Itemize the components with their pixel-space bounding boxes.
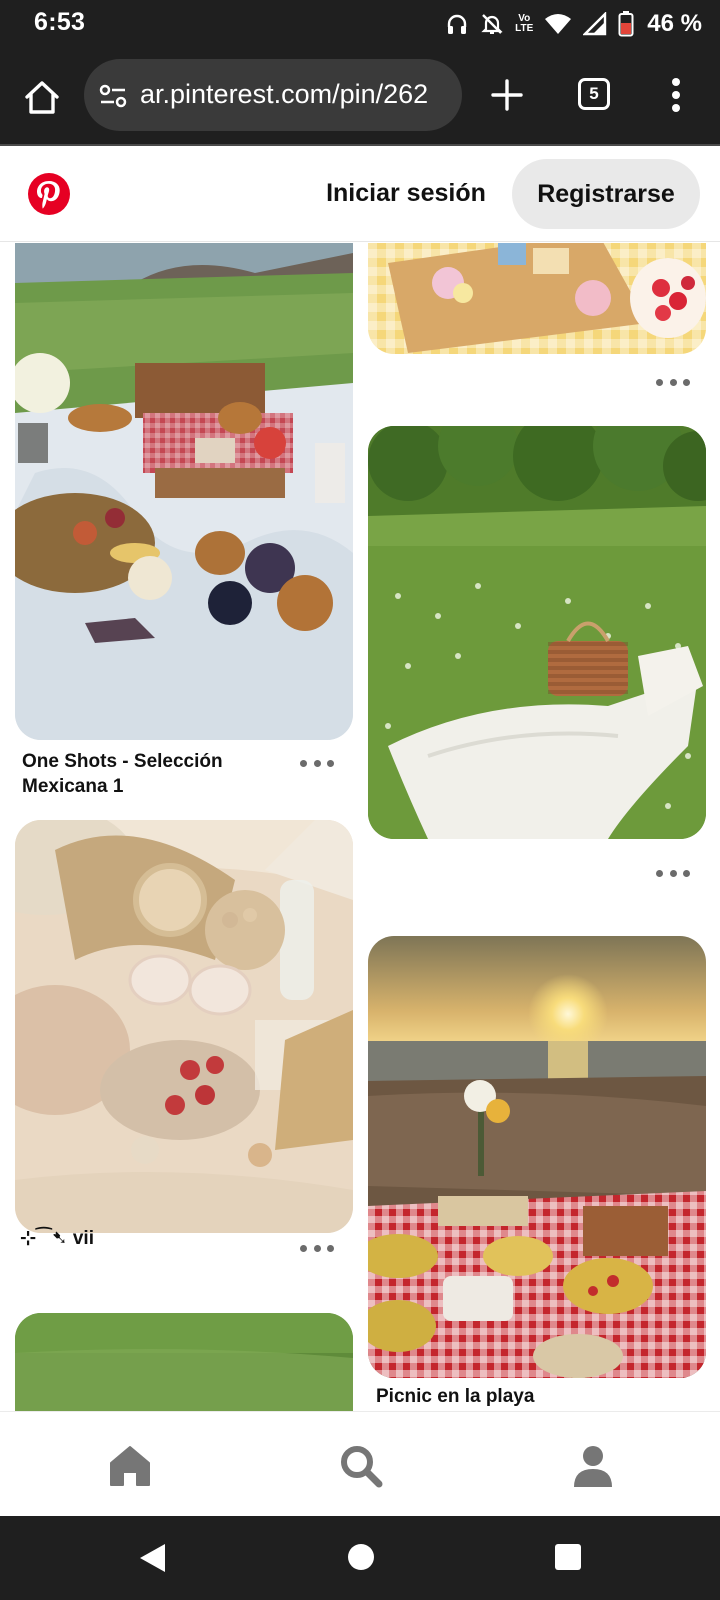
wifi-icon	[545, 14, 572, 34]
volte-icon: Vo LTE	[515, 13, 534, 34]
more-options-icon[interactable]	[300, 756, 334, 770]
search-icon[interactable]	[338, 1443, 384, 1489]
pin-image-grass[interactable]	[15, 1313, 353, 1411]
site-settings-icon[interactable]	[98, 81, 128, 111]
url-text[interactable]: ar.pinterest.com/pin/262	[140, 79, 428, 110]
pin-image-beach-picnic[interactable]	[368, 936, 706, 1378]
address-bar[interactable]: ar.pinterest.com/pin/262	[84, 59, 462, 131]
system-navigation-bar	[0, 1516, 720, 1600]
more-options-icon[interactable]	[656, 866, 690, 880]
profile-icon[interactable]	[570, 1443, 616, 1489]
pin-image-cheese-board[interactable]	[368, 243, 706, 354]
back-icon[interactable]	[137, 1542, 167, 1574]
home-icon[interactable]	[107, 1443, 153, 1489]
battery-percent: 46 %	[647, 10, 702, 37]
status-bar: 6:53 Vo LTE 46 %	[0, 0, 720, 48]
pin-title[interactable]: Picnic en la playa	[376, 1384, 676, 1409]
browser-toolbar: ar.pinterest.com/pin/262 5	[0, 48, 720, 146]
battery-icon	[618, 11, 634, 37]
status-icons: Vo LTE 46 %	[445, 9, 702, 39]
more-options-icon[interactable]	[300, 1241, 334, 1255]
home-icon[interactable]	[22, 78, 62, 118]
bottom-navigation	[0, 1411, 720, 1516]
pin-image-meadow-blanket[interactable]	[368, 426, 706, 839]
pinterest-logo-icon[interactable]	[27, 172, 71, 216]
pin-image-beige-picnic[interactable]	[15, 820, 353, 1233]
pin-image-picnic-basket[interactable]	[15, 243, 353, 740]
home-circle-icon[interactable]	[346, 1542, 376, 1572]
tab-switcher-icon[interactable]: 5	[578, 78, 610, 110]
plus-icon[interactable]	[490, 78, 524, 112]
headphones-icon	[447, 14, 467, 34]
status-time: 6:53	[34, 8, 86, 36]
signup-button[interactable]: Registrarse	[512, 159, 700, 229]
more-vert-icon[interactable]	[670, 77, 682, 113]
pin-title[interactable]: One Shots - Selección Mexicana 1	[22, 749, 262, 799]
pin-feed[interactable]: One Shots - Selección Mexicana 1 ⊹⁀➷ vii…	[0, 243, 720, 1411]
pin-title[interactable]: ⊹⁀➷ vii	[20, 1226, 260, 1251]
pinterest-header: Iniciar sesión Registrarse	[0, 146, 720, 242]
more-options-icon[interactable]	[656, 375, 690, 389]
notifications-off-icon	[481, 14, 503, 34]
recents-icon[interactable]	[553, 1542, 583, 1572]
login-button[interactable]: Iniciar sesión	[312, 164, 500, 222]
cell-signal-icon	[583, 12, 607, 36]
